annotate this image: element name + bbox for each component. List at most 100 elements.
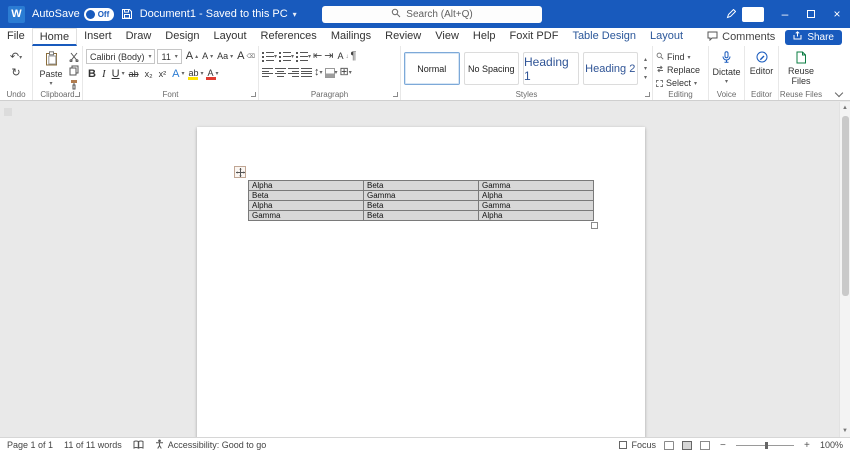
tab-file[interactable]: File [0,28,32,46]
redo-button[interactable]: ↻ [11,68,20,79]
style-heading-1[interactable]: Heading 1 [523,52,579,85]
bold-button[interactable]: B [86,68,98,80]
copy-button[interactable] [69,65,79,76]
tab-draw[interactable]: Draw [119,28,159,46]
reuse-files-button[interactable]: Reuse Files [782,49,820,87]
autosave-toggle[interactable]: Off [83,7,114,21]
tab-review[interactable]: Review [378,28,428,46]
find-button[interactable]: Find ▾ [656,52,705,62]
font-size-select[interactable]: 11 ▾ [157,49,182,64]
save-icon[interactable] [121,8,133,20]
scrollbar-thumb[interactable] [841,116,849,296]
styles-gallery-more-icon[interactable]: ▾ [644,74,647,81]
scroll-up-icon[interactable]: ▲ [842,102,848,114]
table-cell[interactable]: Gamma [478,180,594,191]
table-cell[interactable]: Gamma [248,210,364,221]
table-cell[interactable]: Gamma [363,190,479,201]
superscript-button[interactable]: x² [157,69,169,79]
select-button[interactable]: Select ▾ [656,78,705,88]
font-dialog-launcher[interactable] [251,92,256,97]
table-cell[interactable]: Alpha [478,190,594,201]
user-avatar[interactable] [742,6,764,22]
table-cell[interactable]: Beta [248,190,364,201]
accessibility-status[interactable]: Accessibility: Good to go [155,439,266,451]
cut-button[interactable] [69,52,79,62]
tab-references[interactable]: References [254,28,324,46]
strikethrough-button[interactable]: ab [127,69,141,79]
editor-button[interactable]: Editor [748,49,775,76]
table-resize-handle[interactable] [591,222,598,229]
table-cell[interactable]: Beta [363,180,479,191]
proofing-icon[interactable] [133,440,144,450]
tab-insert[interactable]: Insert [77,28,119,46]
tab-mailings[interactable]: Mailings [324,28,378,46]
print-layout-button[interactable] [681,440,692,450]
table-cell[interactable]: Alpha [478,210,594,221]
replace-button[interactable]: Replace [656,65,705,75]
search-input[interactable]: Search (Alt+Q) [322,6,542,23]
italic-button[interactable]: I [100,68,108,80]
page-indicator[interactable]: Page 1 of 1 [7,440,53,450]
vertical-scrollbar[interactable]: ▲ ▼ [839,102,850,437]
table-cell[interactable]: Alpha [248,180,364,191]
share-button[interactable]: Share [785,29,842,45]
web-layout-button[interactable] [699,440,710,450]
font-family-select[interactable]: Calibri (Body) ▾ [86,49,156,64]
close-button[interactable]: × [824,0,850,28]
table-move-handle[interactable] [234,166,246,178]
table-cell[interactable]: Gamma [478,200,594,211]
read-mode-button[interactable] [663,440,674,450]
zoom-in-button[interactable]: + [802,440,812,451]
tab-table-design[interactable]: Table Design [565,28,643,46]
focus-button[interactable]: Focus [619,440,656,450]
table-cell[interactable]: Alpha [248,200,364,211]
scroll-down-icon[interactable]: ▼ [842,425,848,437]
multilevel-list-button[interactable]: ▾ [296,51,311,62]
show-paragraph-marks-button[interactable]: ¶ [351,51,357,62]
align-center-button[interactable] [275,68,286,77]
tab-design[interactable]: Design [158,28,206,46]
align-left-button[interactable] [262,68,273,77]
numbering-button[interactable]: ▾ [279,51,294,62]
underline-button[interactable]: U ▾ [110,68,125,80]
table-cell[interactable]: Beta [363,210,479,221]
tab-home[interactable]: Home [31,28,78,46]
tab-layout[interactable]: Layout [207,28,254,46]
style-heading-2[interactable]: Heading 2 [582,52,638,85]
sort-button[interactable]: A ↓ [335,52,348,61]
styles-scroll-up-icon[interactable]: ▴ [644,56,647,63]
pen-mode-icon[interactable] [726,9,736,19]
clear-formatting-button[interactable]: A ⌫ [235,51,255,62]
highlight-button[interactable]: ab ▾ [186,68,204,80]
line-spacing-button[interactable]: ↕ ▾ [314,67,323,78]
borders-button[interactable]: ⊞ ▾ [340,67,352,78]
justify-button[interactable] [301,68,312,77]
tab-help[interactable]: Help [466,28,503,46]
format-painter-button[interactable] [69,79,79,90]
style-no-spacing[interactable]: No Spacing [463,52,519,85]
dictate-button[interactable]: Dictate ▾ [712,49,741,85]
zoom-slider-thumb[interactable] [764,441,768,449]
subscript-button[interactable]: x₂ [143,69,155,79]
bullets-button[interactable]: ▾ [262,51,277,62]
comments-button[interactable]: Comments [707,31,775,44]
word-count[interactable]: 11 of 11 words [64,440,122,450]
align-right-button[interactable] [288,68,299,77]
document-title[interactable]: Document1 - Saved to this PC ▾ [140,8,297,20]
change-case-button[interactable]: Aa ▾ [215,52,233,61]
decrease-indent-button[interactable]: ⇤ [313,51,322,62]
styles-dialog-launcher[interactable] [645,92,650,97]
zoom-out-button[interactable]: − [718,440,728,451]
paste-button[interactable]: Paste ▾ [36,49,66,90]
table-cell[interactable]: Beta [363,200,479,211]
paragraph-dialog-launcher[interactable] [393,92,398,97]
shading-button[interactable]: ▾ [324,67,338,78]
tab-view[interactable]: View [428,28,466,46]
style-normal[interactable]: Normal [404,52,460,85]
styles-scroll-down-icon[interactable]: ▾ [644,65,647,72]
zoom-slider[interactable] [735,441,794,449]
undo-button[interactable]: ↶ ▾ [10,52,22,63]
restore-button[interactable] [798,0,824,28]
zoom-level[interactable]: 100% [820,440,843,450]
minimize-button[interactable]: – [772,0,798,28]
